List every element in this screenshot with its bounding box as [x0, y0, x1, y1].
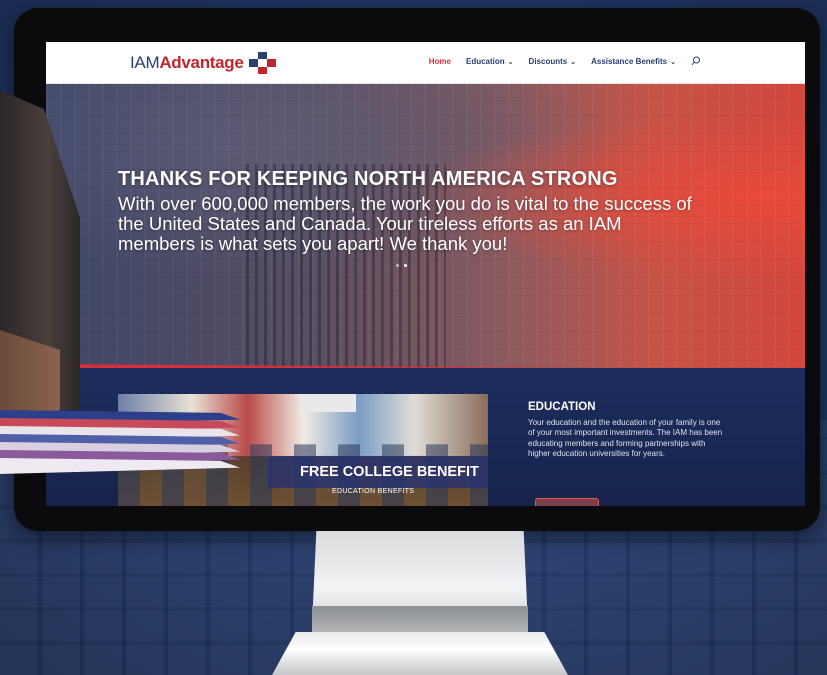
nav-item-home[interactable]: Home	[429, 57, 451, 66]
site-header: IAM Advantage Home Education ⌄ Discounts…	[46, 42, 805, 84]
nav-item-discounts[interactable]: Discounts ⌄	[529, 57, 577, 66]
nav-item-label: Assistance Benefits	[591, 56, 668, 66]
monitor-stand-base	[272, 632, 568, 675]
logo-text-iam: IAM	[130, 53, 160, 72]
search-icon[interactable]	[691, 56, 701, 66]
nav-item-assistance-benefits[interactable]: Assistance Benefits ⌄	[591, 57, 676, 66]
promo-subtitle: EDUCATION BENEFITS	[332, 488, 415, 495]
medical-cross-logo-icon	[248, 51, 278, 75]
slider-dot[interactable]	[396, 264, 399, 267]
logo-text-advantage: Advantage	[159, 53, 244, 72]
education-body-text: Your education and the education of your…	[528, 418, 723, 458]
chevron-down-icon: ⌄	[570, 58, 577, 66]
site-logo[interactable]: IAM Advantage	[130, 51, 278, 75]
promo-title: FREE COLLEGE BENEFIT	[300, 464, 479, 480]
nav-item-label: Home	[428, 56, 451, 66]
education-learn-more-button[interactable]	[535, 498, 599, 506]
monitor-stand-shadow	[312, 606, 528, 636]
slider-dot-active[interactable]	[404, 264, 407, 267]
photo-tab	[300, 394, 356, 412]
brochure-stack	[0, 410, 240, 490]
nav-item-label: Education	[466, 56, 505, 66]
slider-pagination	[396, 264, 407, 267]
nav-item-education[interactable]: Education ⌄	[466, 57, 514, 66]
education-heading: EDUCATION	[528, 401, 596, 413]
hero-body-text: With over 600,000 members, the work you …	[118, 193, 692, 254]
hero-slider: THANKS FOR KEEPING NORTH AMERICA STRONG …	[46, 84, 805, 368]
main-nav: Home Education ⌄ Discounts ⌄ Assistance Be…	[429, 56, 701, 66]
chevron-down-icon: ⌄	[670, 58, 676, 66]
chevron-down-icon: ⌄	[507, 58, 514, 66]
nav-item-label: Discounts	[528, 56, 568, 66]
hero-title: THANKS FOR KEEPING NORTH AMERICA STRONG	[118, 168, 618, 190]
